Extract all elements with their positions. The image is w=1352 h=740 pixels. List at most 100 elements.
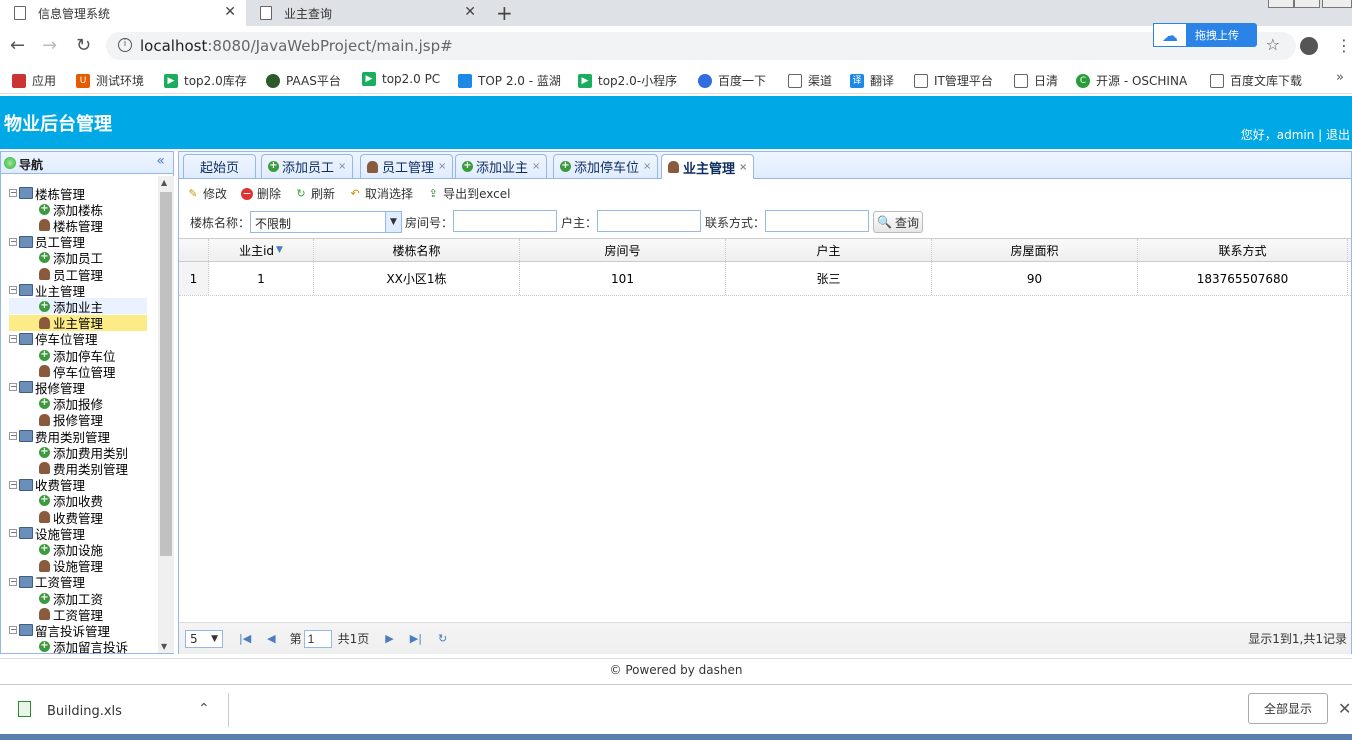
- upload-button[interactable]: ☁ 拖拽上传: [1153, 23, 1257, 47]
- bookmark[interactable]: 渠道: [788, 72, 832, 89]
- nav-item[interactable]: + 添加工资: [9, 590, 103, 607]
- nav-group[interactable]: − 员工管理: [9, 234, 85, 250]
- nav-item[interactable]: + 添加设施: [9, 541, 103, 558]
- nav-item[interactable]: 停车位管理: [9, 363, 116, 380]
- nav-group[interactable]: − 设施管理: [9, 525, 85, 542]
- collapse-icon[interactable]: −: [9, 480, 17, 489]
- tab-add-employee[interactable]: + 添加员工 ×: [261, 154, 354, 178]
- chevron-up-icon[interactable]: ⌃: [198, 701, 210, 717]
- column-header-room[interactable]: 房间号: [520, 239, 726, 261]
- nav-item[interactable]: 收费管理: [9, 509, 103, 526]
- bookmark[interactable]: ▶ top2.0 PC: [362, 72, 440, 86]
- column-header-owner[interactable]: 户主: [726, 239, 932, 261]
- bookmark[interactable]: 百度文库下载: [1210, 72, 1302, 89]
- export-excel-button[interactable]: ⇪ 导出到excel: [427, 185, 510, 202]
- close-icon[interactable]: ×: [643, 161, 651, 172]
- delete-button[interactable]: − 删除: [241, 185, 281, 202]
- page-input[interactable]: [303, 629, 332, 648]
- close-icon[interactable]: ×: [532, 161, 540, 172]
- nav-item[interactable]: + 添加业主: [9, 298, 147, 315]
- query-button[interactable]: 🔍 查询: [873, 211, 923, 233]
- nav-group[interactable]: − 停车位管理: [9, 331, 98, 347]
- close-icon[interactable]: ✕: [1338, 699, 1351, 718]
- nav-item[interactable]: 费用类别管理: [9, 460, 128, 477]
- bookmark[interactable]: TOP 2.0 - 蓝湖: [458, 72, 561, 89]
- collapse-icon[interactable]: −: [9, 286, 17, 295]
- column-header-building[interactable]: 楼栋名称: [314, 239, 520, 261]
- collapse-icon[interactable]: −: [9, 626, 17, 635]
- collapse-icon[interactable]: «: [156, 153, 165, 169]
- tab-home[interactable]: 起始页: [183, 154, 256, 178]
- close-icon[interactable]: ✕: [464, 4, 476, 20]
- refresh-button[interactable]: ↻ 刷新: [295, 185, 335, 202]
- phone-input[interactable]: [765, 210, 869, 232]
- tab-owner-manage[interactable]: 业主管理 ×: [661, 154, 755, 179]
- window-close-icon[interactable]: [1322, 0, 1352, 8]
- nav-group[interactable]: − 费用类别管理: [9, 428, 110, 445]
- user-greeting[interactable]: 您好，admin | 退出: [1241, 126, 1350, 143]
- show-all-button[interactable]: 全部显示: [1248, 693, 1328, 724]
- nav-group[interactable]: − 留言投诉管理: [9, 622, 110, 639]
- back-icon[interactable]: ←: [10, 35, 25, 56]
- nav-item[interactable]: 业主管理: [9, 314, 147, 331]
- forward-icon[interactable]: →: [42, 35, 57, 56]
- column-header-phone[interactable]: 联系方式: [1138, 239, 1348, 261]
- column-header-owner-id[interactable]: 业主id ▼: [209, 239, 314, 261]
- bookmark[interactable]: U 测试环境: [76, 72, 144, 89]
- nav-group[interactable]: − 楼栋管理: [9, 185, 85, 202]
- nav-item[interactable]: 员工管理: [9, 266, 103, 283]
- nav-item[interactable]: 工资管理: [9, 606, 103, 623]
- minimize-icon[interactable]: [1268, 0, 1294, 8]
- scroll-up-icon[interactable]: ▲: [161, 178, 167, 187]
- tab-add-parking[interactable]: + 添加停车位 ×: [553, 154, 659, 178]
- collapse-icon[interactable]: −: [9, 189, 17, 197]
- maximize-icon[interactable]: [1294, 0, 1320, 8]
- scroll-thumb[interactable]: [160, 192, 172, 556]
- nav-item[interactable]: 楼栋管理: [9, 217, 103, 234]
- tab-add-owner[interactable]: + 添加业主 ×: [455, 154, 548, 178]
- nav-item[interactable]: + 添加收费: [9, 493, 103, 509]
- next-page-icon[interactable]: ▶: [385, 632, 393, 645]
- bookmark[interactable]: C 开源 - OSCHINA: [1076, 72, 1187, 89]
- column-header-area[interactable]: 房屋面积: [932, 239, 1138, 261]
- bookmark[interactable]: IT管理平台: [914, 72, 993, 89]
- nav-item[interactable]: + 添加费用类别: [9, 444, 128, 461]
- building-select[interactable]: 不限制 ▼: [250, 211, 402, 233]
- bookmark[interactable]: 译翻译: [850, 72, 894, 89]
- last-page-icon[interactable]: ▶|: [410, 632, 422, 645]
- download-file-name[interactable]: Building.xls: [47, 704, 122, 719]
- browser-tab[interactable]: 业主查询 ✕: [246, 0, 486, 26]
- first-page-icon[interactable]: |◀: [239, 632, 251, 645]
- bookmark[interactable]: 日清: [1014, 72, 1058, 89]
- new-tab-icon[interactable]: +: [496, 1, 513, 25]
- nav-item[interactable]: 设施管理: [9, 558, 103, 574]
- cancel-selection-button[interactable]: ↶ 取消选择: [349, 185, 413, 202]
- collapse-icon[interactable]: −: [9, 383, 17, 392]
- close-icon[interactable]: ×: [438, 161, 446, 172]
- nav-item[interactable]: + 添加留言投诉: [9, 639, 128, 655]
- nav-item[interactable]: + 添加停车位: [9, 347, 116, 364]
- refresh-icon[interactable]: ↻: [438, 632, 447, 645]
- nav-item[interactable]: + 添加员工: [9, 250, 103, 266]
- browser-tab-active[interactable]: 信息管理系统 ✕: [0, 0, 246, 26]
- page-size-select[interactable]: 5 ▼: [185, 629, 223, 648]
- reload-icon[interactable]: ↻: [76, 35, 91, 56]
- more-bookmarks-icon[interactable]: »: [1336, 70, 1344, 85]
- bookmark[interactable]: PAAS平台: [266, 72, 341, 89]
- table-row[interactable]: 1 1 XX小区1栋 101 张三 90 183765507680: [179, 262, 1351, 296]
- collapse-icon[interactable]: −: [9, 334, 17, 343]
- nav-group[interactable]: − 工资管理: [9, 574, 85, 590]
- edit-button[interactable]: ✎ 修改: [187, 185, 227, 202]
- menu-icon[interactable]: ⋮: [1336, 36, 1352, 55]
- nav-group[interactable]: − 报修管理: [9, 379, 85, 396]
- owner-input[interactable]: [597, 210, 701, 232]
- prev-page-icon[interactable]: ◀: [267, 632, 275, 645]
- collapse-icon[interactable]: −: [9, 577, 17, 586]
- collapse-icon[interactable]: −: [9, 237, 17, 246]
- nav-item[interactable]: + 添加报修: [9, 396, 103, 412]
- bookmark[interactable]: ▶ top2.0-小程序: [578, 72, 677, 89]
- url-input[interactable]: i localhost:8080/JavaWebProject/main.jsp…: [106, 32, 1296, 60]
- close-icon[interactable]: ×: [739, 162, 747, 173]
- room-input[interactable]: [453, 210, 557, 232]
- profile-avatar-icon[interactable]: [1300, 37, 1318, 55]
